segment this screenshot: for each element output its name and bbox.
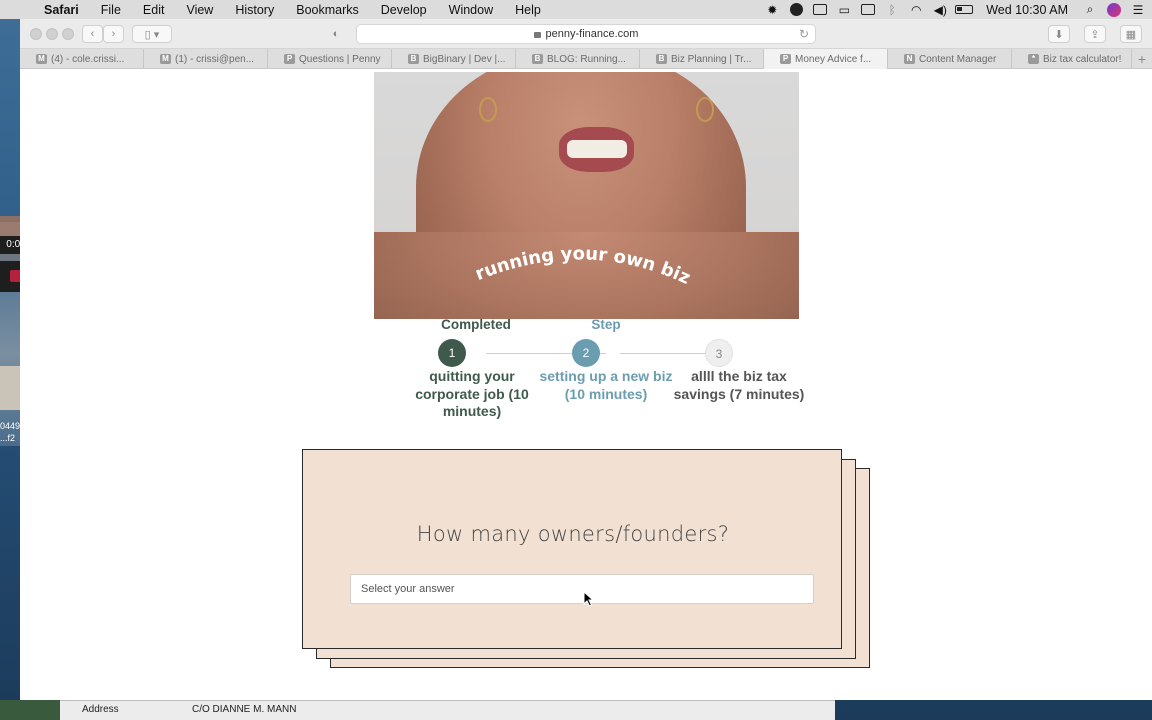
wifi-icon[interactable]: ◠ xyxy=(906,0,926,19)
tab-title: Content Manager xyxy=(919,53,997,65)
answer-select[interactable]: Select your answer xyxy=(350,574,814,604)
browser-tab[interactable]: M (4) - cole.crissi... xyxy=(20,49,144,69)
browser-tab[interactable]: M (1) - crissi@pen... xyxy=(144,49,268,69)
spotlight-search-icon[interactable]: ⌕ xyxy=(1080,0,1100,19)
lock-icon xyxy=(533,32,541,38)
menu-history[interactable]: History xyxy=(235,3,274,17)
bigbinary-icon: B xyxy=(408,54,419,64)
tab-title: Money Advice f... xyxy=(795,53,872,65)
tab-title: Questions | Penny xyxy=(299,53,381,65)
question-title: How many owners/founders? xyxy=(416,522,730,546)
tab-title: Biz tax calculator! xyxy=(1043,53,1122,65)
tab-title: BLOG: Running... xyxy=(547,53,626,65)
desktop-file-label[interactable]: 0449 ...f2 xyxy=(0,420,20,444)
trello-icon: B xyxy=(656,54,667,64)
background-window-label: Address xyxy=(82,704,119,715)
menu-develop[interactable]: Develop xyxy=(381,3,427,17)
address-bar[interactable]: penny-finance.com ↻ xyxy=(356,24,816,44)
menu-window[interactable]: Window xyxy=(449,3,493,17)
penny-icon: P xyxy=(284,54,295,64)
gmail-icon: M xyxy=(160,54,171,64)
desktop-file-name[interactable]: ...f2 xyxy=(0,432,20,444)
browser-tab[interactable]: B Biz Planning | Tr... xyxy=(640,49,764,69)
background-window: Address C/O DIANNE M. MANN xyxy=(60,700,835,720)
share-button[interactable]: ⇪ xyxy=(1084,25,1106,43)
question-card-stack: How many owners/founders? Select your an… xyxy=(302,449,872,669)
penny-icon: P xyxy=(780,54,791,64)
browser-tab[interactable]: B BLOG: Running... xyxy=(516,49,640,69)
downloads-button[interactable]: ⬇ xyxy=(1048,25,1070,43)
hero-caption-graphic: running your own biz xyxy=(472,243,693,288)
trello-icon: B xyxy=(532,54,543,64)
step-2-indicator[interactable]: 2 xyxy=(572,339,600,367)
background-app-strip xyxy=(0,700,60,720)
browser-tab[interactable]: * Biz tax calculator! xyxy=(1012,49,1132,69)
tab-title: (4) - cole.crissi... xyxy=(51,53,125,65)
gear-status-icon[interactable]: ✹ xyxy=(762,0,782,19)
menu-edit[interactable]: Edit xyxy=(143,3,165,17)
step-status-current: Step xyxy=(591,317,621,332)
display-icon[interactable] xyxy=(858,0,878,19)
browser-tab[interactable]: P Questions | Penny xyxy=(268,49,392,69)
menu-clock[interactable]: Wed 10:30 AM xyxy=(986,3,1068,17)
step-3-label: allll the biz tax savings (7 minutes) xyxy=(673,368,805,402)
progress-stepper: Completed Step 1 2 3 quitting your corpo… xyxy=(380,314,804,424)
desktop-file-thumbnail[interactable] xyxy=(0,222,20,236)
bluetooth-icon[interactable]: ᛒ xyxy=(882,0,902,19)
forward-button[interactable]: › xyxy=(103,25,124,43)
reload-icon[interactable]: ↻ xyxy=(799,27,809,41)
hero-caption: running your own biz xyxy=(472,243,693,288)
new-tab-button[interactable]: + xyxy=(1132,49,1152,68)
desktop-file-name[interactable]: 0449 xyxy=(0,420,20,432)
siri-icon[interactable] xyxy=(1104,0,1124,19)
step-3-indicator[interactable]: 3 xyxy=(705,339,733,367)
menu-view[interactable]: View xyxy=(186,3,213,17)
minimize-window-button[interactable] xyxy=(46,28,58,40)
screen-recorder-icon[interactable] xyxy=(810,0,830,19)
menu-file[interactable]: File xyxy=(101,3,121,17)
browser-toolbar: ‹ › ▯ ▾ ◐ penny-finance.com ↻ ⬇ ⇪ ▦ xyxy=(20,19,1152,49)
svg-text:running your own biz: running your own biz xyxy=(472,243,693,288)
browser-tab[interactable]: B BigBinary | Dev |... xyxy=(392,49,516,69)
step-status-completed: Completed xyxy=(441,317,511,332)
background-window-label: C/O DIANNE M. MANN xyxy=(192,704,297,715)
sidebar-toggle-button[interactable]: ▯ ▾ xyxy=(132,25,172,43)
tab-bar: M (4) - cole.crissi... M (1) - crissi@pen.… xyxy=(20,49,1152,69)
address-bar-url: penny-finance.com xyxy=(545,28,639,40)
tab-overview-button[interactable]: ▦ xyxy=(1120,25,1142,43)
airplay-icon[interactable]: ▭ xyxy=(834,0,854,19)
tab-title: Biz Planning | Tr... xyxy=(671,53,752,65)
menu-bookmarks[interactable]: Bookmarks xyxy=(296,3,359,17)
battery-icon[interactable] xyxy=(954,0,974,19)
gear-icon: * xyxy=(1028,54,1039,64)
close-window-button[interactable] xyxy=(30,28,42,40)
zoom-window-button[interactable] xyxy=(62,28,74,40)
step-1-label: quitting your corporate job (10 minutes) xyxy=(415,368,529,419)
mouse-cursor-icon xyxy=(583,591,595,607)
menu-bar: Safari File Edit View History Bookmarks … xyxy=(0,0,1152,19)
back-button[interactable]: ‹ xyxy=(82,25,103,43)
gmail-icon: M xyxy=(36,54,47,64)
browser-tab[interactable]: N Content Manager xyxy=(888,49,1012,69)
step-1-indicator[interactable]: 1 xyxy=(438,339,466,367)
privacy-shield-icon[interactable]: ◐ xyxy=(326,25,346,43)
volume-icon[interactable]: ◀) xyxy=(930,0,950,19)
desktop-file-thumbnail[interactable] xyxy=(0,366,20,410)
menu-help[interactable]: Help xyxy=(515,3,541,17)
hero-image: running your own biz xyxy=(374,72,799,319)
notification-center-icon[interactable]: ☰ xyxy=(1128,0,1148,19)
tab-title: (1) - crissi@pen... xyxy=(175,53,255,65)
browser-tab-active[interactable]: P Money Advice f... xyxy=(764,49,888,69)
menu-app-name[interactable]: Safari xyxy=(44,3,79,17)
step-2-label: setting up a new biz (10 minutes) xyxy=(539,368,673,402)
menu-extras: ✹ ▭ ᛒ ◠ ◀) Wed 10:30 AM ⌕ ☰ xyxy=(762,0,1152,19)
creative-cloud-icon[interactable] xyxy=(786,0,806,19)
question-card: How many owners/founders? Select your an… xyxy=(302,449,842,649)
tab-title: BigBinary | Dev |... xyxy=(423,53,506,65)
notion-icon: N xyxy=(904,54,915,64)
